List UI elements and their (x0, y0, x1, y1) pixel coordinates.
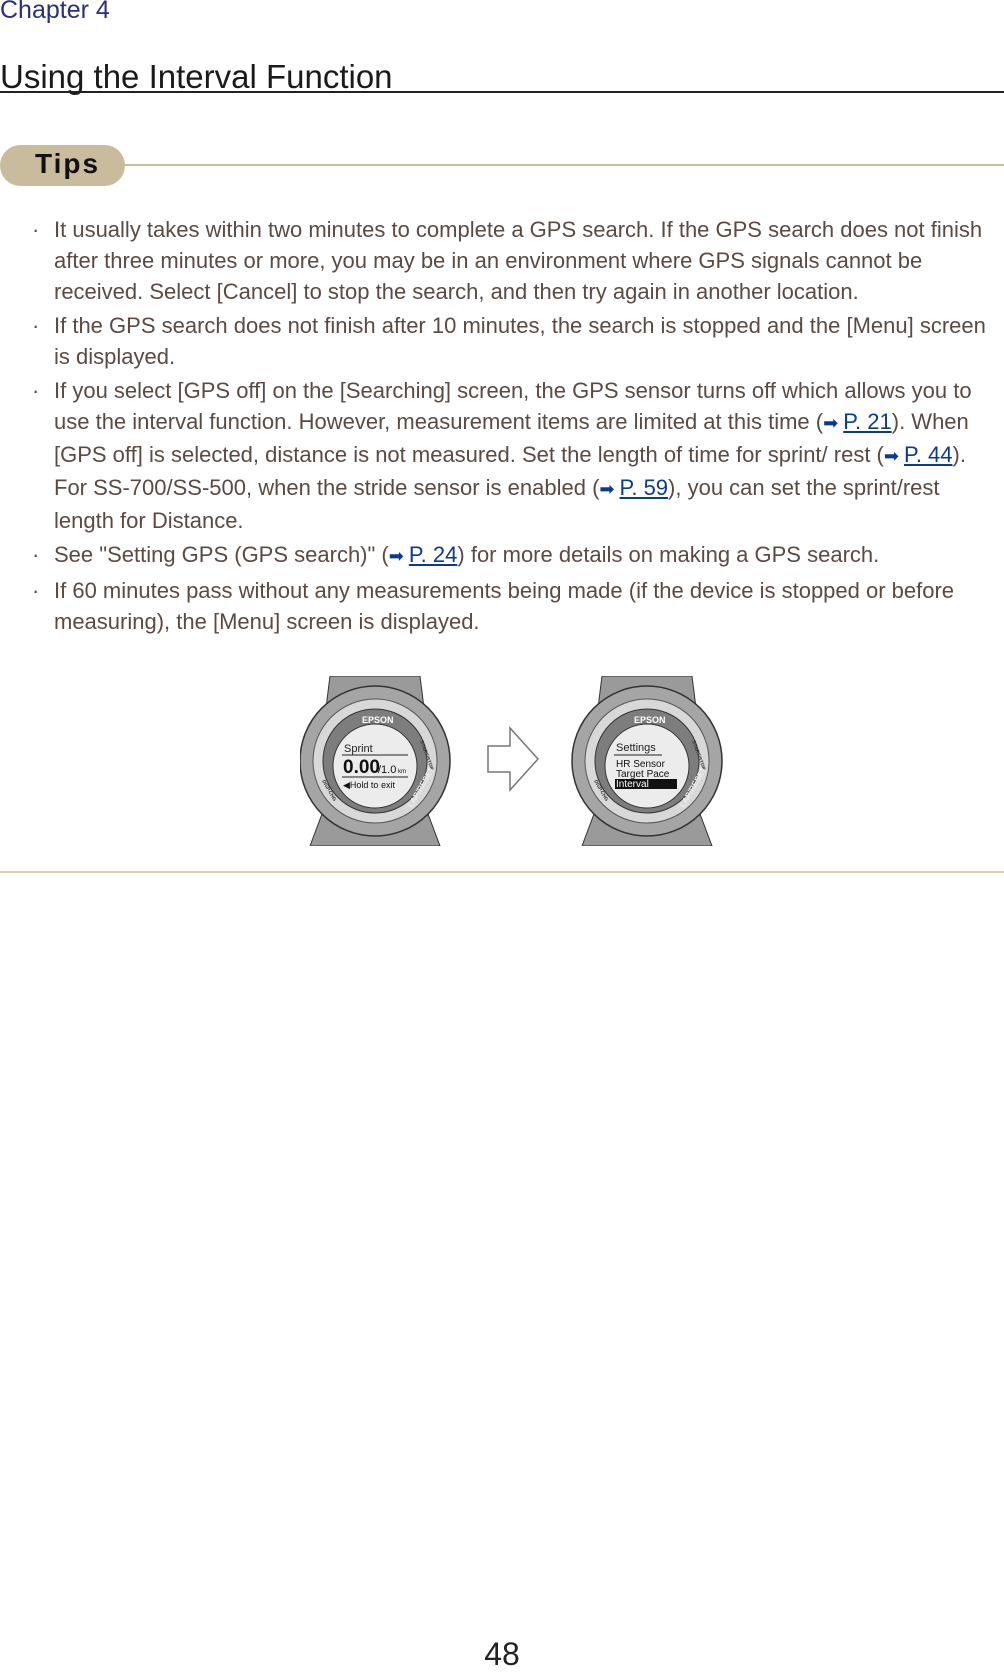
arrow-right-icon: ➡ (599, 479, 620, 499)
page-reference-link[interactable]: P. 44 (904, 442, 953, 467)
tip-item: · It usually takes within two minutes to … (32, 214, 992, 307)
brand-logo: EPSON (634, 715, 666, 725)
bullet-marker: · (32, 217, 40, 242)
section-divider (0, 871, 1004, 873)
bullet-marker: · (32, 578, 40, 603)
screen-unit: km (398, 769, 406, 775)
tip-item: · See "Setting GPS (GPS search)" (➡ P. 24… (32, 539, 992, 572)
tip-text: If 60 minutes pass without any measureme… (54, 578, 955, 634)
screen-value: 0.00 (343, 757, 380, 778)
page-number: 48 (484, 1636, 520, 1672)
arrow-right-icon: ➡ (388, 546, 409, 566)
arrow-right-icon: ➡ (883, 446, 904, 466)
tip-item: · If you select [GPS off] on the [Searchi… (32, 375, 992, 536)
tips-label: Tips (35, 148, 101, 179)
tip-text: ) for more details on making a GPS searc… (457, 542, 880, 567)
page-reference-link[interactable]: P. 59 (620, 475, 669, 500)
tip-text: It usually takes within two minutes to c… (54, 217, 983, 304)
menu-item-selected: Interval (616, 779, 649, 790)
tips-divider (125, 164, 1004, 166)
page-reference-link[interactable]: P. 24 (409, 542, 458, 567)
bullet-marker: · (32, 542, 40, 567)
screen-line: ◀Hold to exit (343, 780, 395, 790)
tip-item: · If the GPS search does not finish after… (32, 310, 992, 372)
tip-text: If the GPS search does not finish after … (54, 313, 986, 369)
screen-target: /1.0 (378, 764, 396, 776)
page-reference-link[interactable]: P. 21 (843, 409, 892, 434)
bullet-marker: · (32, 378, 40, 403)
tip-text: See "Setting GPS (GPS search)" ( (54, 542, 389, 567)
header-divider (0, 91, 1004, 93)
screen-line: Settings (616, 742, 656, 754)
watch-settings-screen: EPSON Settings HR Sensor Target Pace Int… (571, 676, 723, 846)
chapter-label: Chapter 4 (0, 0, 110, 24)
arrow-right-icon (487, 726, 540, 792)
screen-line: Sprint (344, 743, 373, 755)
bullet-marker: · (32, 313, 40, 338)
watch-sprint-screen: EPSON Sprint 0.00 /1.0 km ◀Hold to exit … (300, 676, 451, 846)
brand-logo: EPSON (362, 715, 394, 725)
watch-screens-figure: EPSON Sprint 0.00 /1.0 km ◀Hold to exit … (300, 676, 723, 846)
tips-list: · It usually takes within two minutes to … (32, 214, 992, 640)
arrow-right-icon: ➡ (823, 413, 844, 433)
tip-item: · If 60 minutes pass without any measurem… (32, 575, 992, 637)
